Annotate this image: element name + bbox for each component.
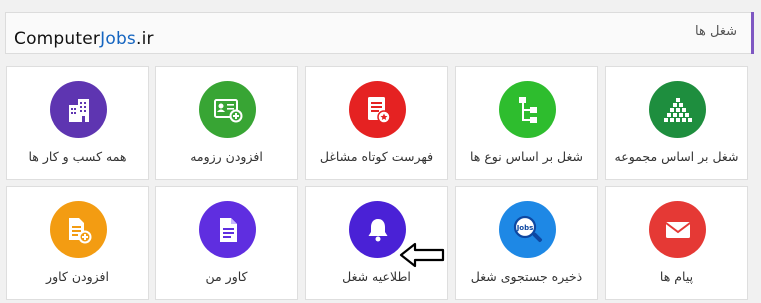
pyramid-grid-icon: [649, 81, 706, 138]
add-resume-icon: [199, 81, 256, 138]
buildings-icon: [50, 81, 107, 138]
brand-logo[interactable]: ComputerJobs.ir: [14, 29, 154, 49]
shortlist-icon: [349, 81, 406, 138]
tile-label: پیام ها: [659, 269, 694, 284]
tile-label: افزودن کاور: [46, 269, 109, 284]
page-title: شغل ها: [695, 24, 737, 39]
mail-icon: [649, 201, 706, 258]
tile-label: شغل بر اساس نوع ها: [469, 149, 584, 164]
add-cover-icon: [50, 201, 107, 258]
jobs-search-icon: Jobs: [499, 201, 556, 258]
tile-label: ذخیره جستجوی شغل: [470, 269, 583, 284]
tile-add-resume[interactable]: افزودن رزومه: [155, 66, 298, 180]
document-icon: [199, 201, 256, 258]
tile-jobs-by-type[interactable]: شغل بر اساس نوع ها: [455, 66, 598, 180]
tile-messages[interactable]: پیام ها: [605, 186, 748, 300]
tile-label: شغل بر اساس مجموعه: [614, 149, 739, 164]
tile-save-job-search[interactable]: Jobs ذخیره جستجوی شغل: [455, 186, 598, 300]
tile-label: اطلاعیه شغل: [342, 269, 411, 284]
tile-label: کاور من: [205, 269, 248, 284]
tile-jobs-by-category[interactable]: شغل بر اساس مجموعه: [605, 66, 748, 180]
page-header: ComputerJobs.ir شغل ها: [5, 12, 754, 54]
tile-add-cover[interactable]: افزودن کاور: [6, 186, 149, 300]
tile-label: افزودن رزومه: [190, 149, 263, 164]
pointer-arrow-icon: [399, 242, 445, 268]
svg-text:Jobs: Jobs: [515, 224, 533, 232]
tile-label: فهرست کوتاه مشاغل: [319, 149, 434, 164]
tile-my-cover[interactable]: کاور من: [155, 186, 298, 300]
tile-all-businesses[interactable]: همه کسب و کار ها: [6, 66, 149, 180]
tile-label: همه کسب و کار ها: [28, 149, 127, 164]
hierarchy-icon: [499, 81, 556, 138]
tile-jobs-shortlist[interactable]: فهرست کوتاه مشاغل: [305, 66, 448, 180]
